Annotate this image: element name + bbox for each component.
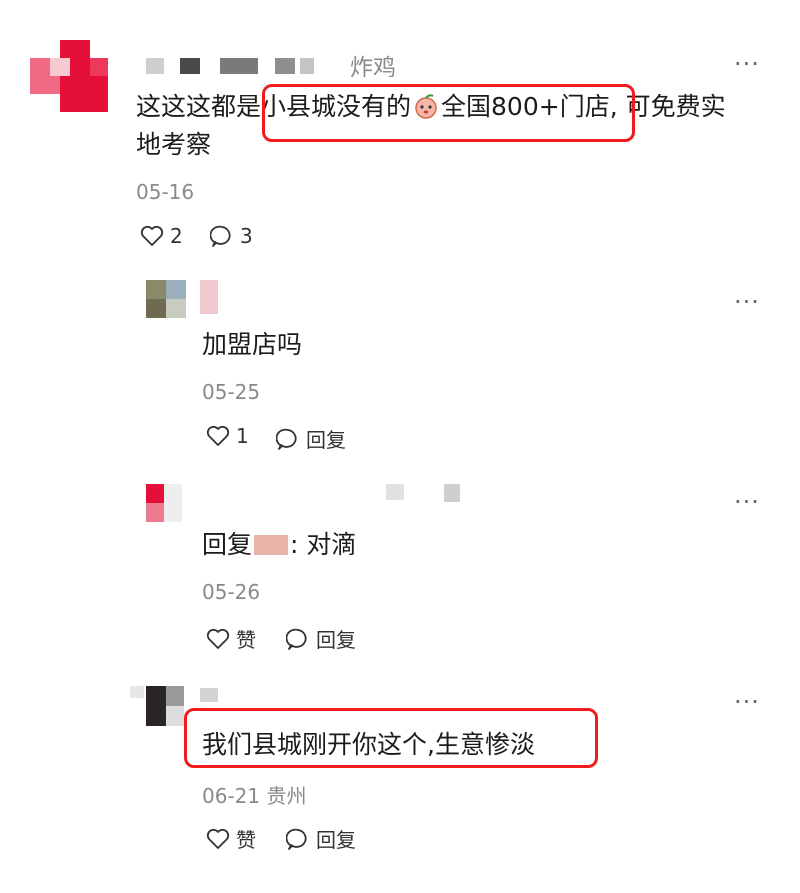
reply-suffix: : 对滴 [290, 530, 357, 559]
reply-label: 回复 [316, 628, 356, 652]
more-icon[interactable]: ··· [734, 52, 760, 76]
username[interactable]: 炸鸡 [350, 48, 396, 82]
more-icon[interactable]: ··· [734, 690, 760, 714]
comment-date: 05-16 [136, 180, 195, 204]
reply-button[interactable]: 回复 [286, 824, 356, 853]
reply-date: 06-21 [202, 784, 261, 808]
reply-date: 05-25 [202, 380, 261, 404]
reply-date: 05-26 [202, 580, 261, 604]
reply-label: 回复 [306, 428, 346, 452]
reply-button[interactable]: 回复 [286, 624, 356, 653]
reply-location: 贵州 [266, 784, 307, 808]
comment-text-pre: 这这这都是 [136, 92, 262, 121]
like-button[interactable]: 1 [206, 424, 249, 448]
heart-icon [140, 225, 164, 246]
more-icon[interactable]: ··· [734, 290, 760, 314]
heart-icon [206, 628, 230, 649]
more-icon[interactable]: ··· [734, 490, 760, 514]
username-redacted [200, 280, 218, 314]
like-button[interactable]: 赞 [206, 624, 256, 653]
heart-icon [206, 425, 230, 446]
like-button[interactable]: 赞 [206, 824, 256, 853]
username-redacted [200, 688, 218, 702]
like-label: 赞 [236, 628, 256, 652]
comment-bubble-icon [286, 828, 307, 850]
like-count: 2 [170, 224, 183, 248]
reply-button[interactable]: 3 [210, 224, 253, 248]
reply-text: 回复 : 对滴 [202, 526, 356, 564]
reply-meta: 06-21 贵州 [202, 780, 306, 809]
like-count: 1 [236, 424, 249, 448]
reply-button[interactable]: 回复 [276, 424, 346, 453]
comment-bubble-icon [276, 428, 297, 450]
comment-bubble-icon [210, 225, 231, 247]
reply-count: 3 [240, 224, 253, 248]
avatar[interactable] [146, 280, 186, 318]
reply-prefix: 回复 [202, 530, 253, 559]
red-highlight-box [184, 708, 598, 768]
heart-icon [206, 828, 230, 849]
like-label: 赞 [236, 828, 256, 852]
avatar[interactable] [30, 40, 110, 112]
avatar[interactable] [146, 484, 186, 522]
like-button[interactable]: 2 [140, 224, 183, 248]
red-highlight-box [262, 84, 635, 142]
avatar[interactable] [130, 686, 186, 726]
reply-text: 加盟店吗 [202, 330, 303, 359]
mentioned-user-redacted[interactable] [254, 535, 289, 555]
reply-label: 回复 [316, 828, 356, 852]
comment-bubble-icon [286, 628, 307, 650]
